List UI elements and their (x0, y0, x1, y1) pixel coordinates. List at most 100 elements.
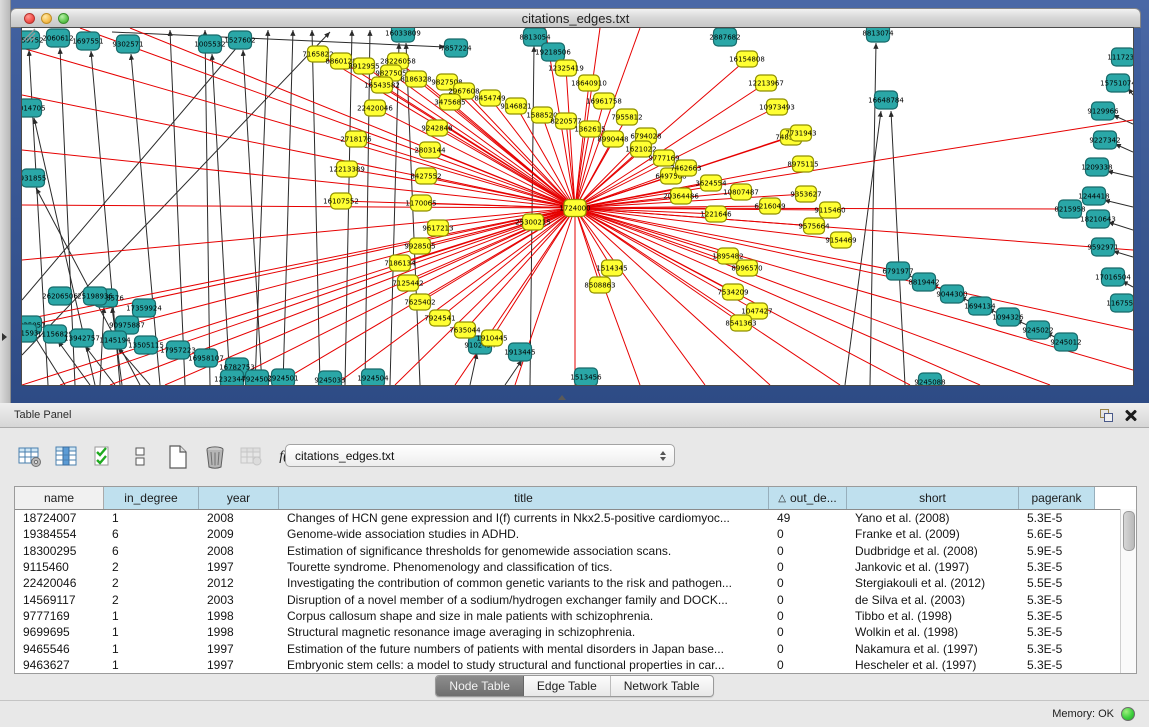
window-titlebar[interactable]: citations_edges.txt (10, 8, 1141, 28)
table-toolbar: f(x) (16, 441, 303, 473)
table-row[interactable]: 1872400712008Changes of HCN gene express… (15, 510, 1136, 526)
table-row[interactable]: 946554611997Estimation of the future num… (15, 640, 1136, 656)
column-header-out_de[interactable]: △ out_de... (769, 487, 847, 509)
table-row[interactable]: 1830029562008Estimation of significance … (15, 543, 1136, 559)
table-cell: 0 (769, 642, 847, 656)
column-header-name[interactable]: name (15, 487, 104, 509)
sort-ascending-icon: △ (778, 493, 786, 504)
memory-status-indicator[interactable] (1121, 707, 1135, 721)
column-header-label: pagerank (1031, 491, 1081, 505)
column-header-pagerank[interactable]: pagerank (1019, 487, 1095, 509)
table-panel-titlebar: Table Panel (0, 403, 1149, 428)
window-title: citations_edges.txt (11, 11, 1140, 26)
table-cell: 5.3E-5 (1019, 593, 1095, 607)
table-cell: 5.5E-5 (1019, 576, 1095, 590)
table-cell: 5.6E-5 (1019, 527, 1095, 541)
table-cell: 5.3E-5 (1019, 625, 1095, 639)
table-cell: Embryonic stem cells: a model to study s… (279, 658, 769, 672)
column-header-label: short (919, 491, 946, 505)
table-cell: 9463627 (15, 658, 104, 672)
table-cell: 49 (769, 511, 847, 525)
table-cell: 6 (104, 544, 199, 558)
table-scrollbar[interactable] (1120, 509, 1136, 673)
collapsed-side-panel[interactable] (0, 0, 11, 403)
float-panel-icon[interactable] (1100, 409, 1113, 422)
table-selector-dropdown[interactable]: citations_edges.txt (285, 444, 675, 467)
table-cell: Tourette syndrome. Phenomenology and cla… (279, 560, 769, 574)
table-row[interactable]: 1938455462009Genome-wide association stu… (15, 526, 1136, 542)
scrollbar-thumb[interactable] (1123, 511, 1135, 551)
table-cell: 2012 (199, 576, 279, 590)
new-table-button[interactable] (164, 443, 192, 471)
table-cell: Nakamura et al. (1997) (847, 642, 1019, 656)
table-cell: 1 (104, 658, 199, 672)
table-cell: 1 (104, 609, 199, 623)
table-cell: 6 (104, 527, 199, 541)
table-panel-title: Table Panel (14, 409, 72, 421)
table-cell: 1 (104, 625, 199, 639)
column-header-label: title (514, 491, 533, 505)
cytoscape-app: citations_edges.txt 1 (0, 0, 1149, 727)
table-cell: 0 (769, 527, 847, 541)
table-row[interactable]: 946362711997Embryonic stem cells: a mode… (15, 657, 1136, 673)
table-selector-value: citations_edges.txt (295, 449, 660, 463)
close-panel-icon[interactable] (1125, 409, 1137, 421)
table-cell: Stergiakouli et al. (2012) (847, 576, 1019, 590)
table-row[interactable]: 911546021997Tourette syndrome. Phenomeno… (15, 559, 1136, 575)
table-cell: Yano et al. (2008) (847, 511, 1019, 525)
node-table: namein_degree year title △ out_de... short pag… (14, 486, 1137, 674)
tab-edge-table[interactable]: Edge Table (524, 676, 611, 696)
table-cell: 14569117 (15, 593, 104, 607)
split-pane-handle[interactable] (558, 395, 566, 400)
table-cell: 0 (769, 560, 847, 574)
table-row[interactable]: 977716911998Corpus callosum shape and si… (15, 608, 1136, 624)
table-cell: Investigating the contribution of common… (279, 576, 769, 590)
column-header-label: out_de... (790, 491, 837, 505)
toggle-selection-button[interactable] (127, 443, 155, 471)
select-rows-button[interactable] (90, 443, 118, 471)
table-cell: 5.3E-5 (1019, 609, 1095, 623)
table-cell: 0 (769, 609, 847, 623)
import-table-button[interactable] (238, 443, 266, 471)
table-cell: 2008 (199, 544, 279, 558)
table-cell: 1997 (199, 658, 279, 672)
column-header-label: year (227, 491, 250, 505)
column-header-year[interactable]: year (199, 487, 279, 509)
column-header-title[interactable]: title (279, 487, 769, 509)
table-row[interactable]: 1456911722003Disruption of a novel membe… (15, 591, 1136, 607)
table-cell: 18724007 (15, 511, 104, 525)
show-column-button[interactable] (53, 443, 81, 471)
table-cell: 2 (104, 560, 199, 574)
network-canvas[interactable]: 1659752206061216975519302571100553215276… (22, 28, 1133, 385)
table-cell: 22420046 (15, 576, 104, 590)
table-cell: 5.3E-5 (1019, 511, 1095, 525)
column-header-filler (1095, 487, 1136, 509)
table-mode-button[interactable] (16, 443, 44, 471)
table-cell: 1998 (199, 625, 279, 639)
delete-table-button[interactable] (201, 443, 229, 471)
table-row[interactable]: 2242004622012Investigating the contribut… (15, 575, 1136, 591)
table-cell: Disruption of a novel member of a sodium… (279, 593, 769, 607)
tab-node-table[interactable]: Node Table (436, 676, 524, 696)
table-cell: Estimation of significance thresholds fo… (279, 544, 769, 558)
table-cell: Wolkin et al. (1998) (847, 625, 1019, 639)
column-header-short[interactable]: short (847, 487, 1019, 509)
table-cell: 2009 (199, 527, 279, 541)
table-cell: Estimation of the future numbers of pati… (279, 642, 769, 656)
table-cell: 18300295 (15, 544, 104, 558)
table-header-row: namein_degree year title △ out_de... short pag… (15, 487, 1136, 510)
table-cell: 5.3E-5 (1019, 658, 1095, 672)
table-panel: Table Panel (0, 403, 1149, 727)
table-cell: 2 (104, 576, 199, 590)
table-cell: 5.3E-5 (1019, 560, 1095, 574)
panel-expand-arrow-icon[interactable] (2, 333, 7, 341)
table-cell: Jankovic et al. (1997) (847, 560, 1019, 574)
resize-grip-icon[interactable] (20, 26, 1131, 383)
table-body: 1872400712008Changes of HCN gene express… (15, 510, 1136, 673)
column-header-in_degree[interactable]: in_degree (104, 487, 199, 509)
table-cell: 2008 (199, 511, 279, 525)
table-row[interactable]: 969969511998Structural magnetic resonanc… (15, 624, 1136, 640)
table-cell: 0 (769, 593, 847, 607)
table-cell: 0 (769, 658, 847, 672)
tab-network-table[interactable]: Network Table (611, 676, 713, 696)
